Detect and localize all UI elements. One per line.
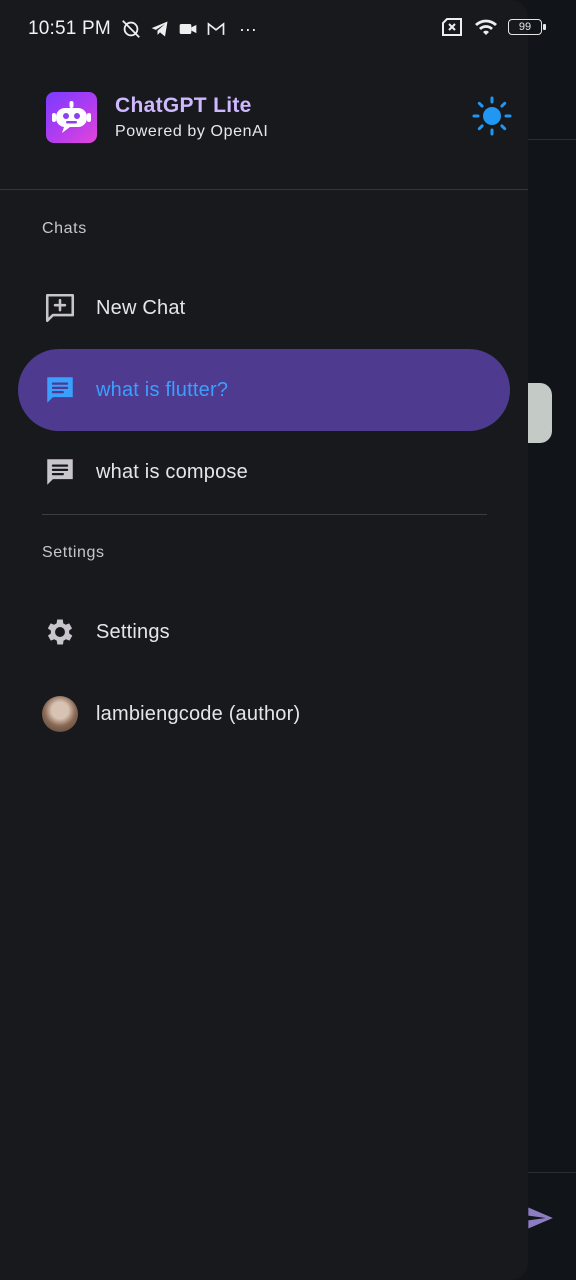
sun-icon[interactable] <box>472 96 512 136</box>
settings-button[interactable]: Settings <box>18 591 510 673</box>
app-title: ChatGPT Lite <box>115 94 252 117</box>
header-divider <box>0 189 528 190</box>
chat-icon <box>42 372 78 408</box>
app-bar-divider <box>528 139 576 140</box>
add-comment-icon <box>42 290 78 326</box>
telegram-icon <box>151 21 168 37</box>
author-avatar <box>42 696 78 732</box>
wifi-icon <box>475 19 497 35</box>
navigation-drawer: ChatGPT Lite Powered by OpenAI Chats New… <box>0 0 528 1280</box>
settings-label: Settings <box>96 620 170 643</box>
avatar <box>42 696 78 732</box>
chat-item-label: what is flutter? <box>96 378 229 401</box>
chat-item[interactable]: what is compose <box>18 431 510 513</box>
chat-icon <box>42 454 78 490</box>
alarm-off-icon <box>122 20 140 38</box>
video-icon <box>179 24 197 34</box>
section-label-chats: Chats <box>42 220 87 237</box>
author-label: lambiengcode (author) <box>96 702 301 725</box>
drawer-header: ChatGPT Lite Powered by OpenAI <box>46 92 516 144</box>
robot-icon <box>52 101 91 133</box>
sim-off-icon <box>442 18 462 36</box>
new-chat-button[interactable]: New Chat <box>18 267 510 349</box>
battery-icon: 99 <box>508 19 546 35</box>
new-chat-label: New Chat <box>96 296 186 319</box>
input-divider <box>528 1172 576 1173</box>
chat-item-label: what is compose <box>96 460 248 483</box>
section-divider <box>42 514 487 515</box>
send-icon[interactable] <box>526 1204 554 1232</box>
gear-icon <box>42 614 78 650</box>
section-label-settings: Settings <box>42 544 105 561</box>
app-logo <box>46 92 97 143</box>
more-notifications-icon: ··· <box>238 18 257 39</box>
author-button[interactable]: lambiengcode (author) <box>18 673 510 755</box>
battery-level: 99 <box>518 21 532 33</box>
status-bar: 10:51 PM ··· 99 <box>0 0 576 58</box>
gmail-icon <box>207 22 225 35</box>
status-time: 10:51 PM <box>28 18 111 39</box>
app-subtitle: Powered by OpenAI <box>115 123 269 140</box>
chat-item-selected[interactable]: what is flutter? <box>18 349 510 431</box>
